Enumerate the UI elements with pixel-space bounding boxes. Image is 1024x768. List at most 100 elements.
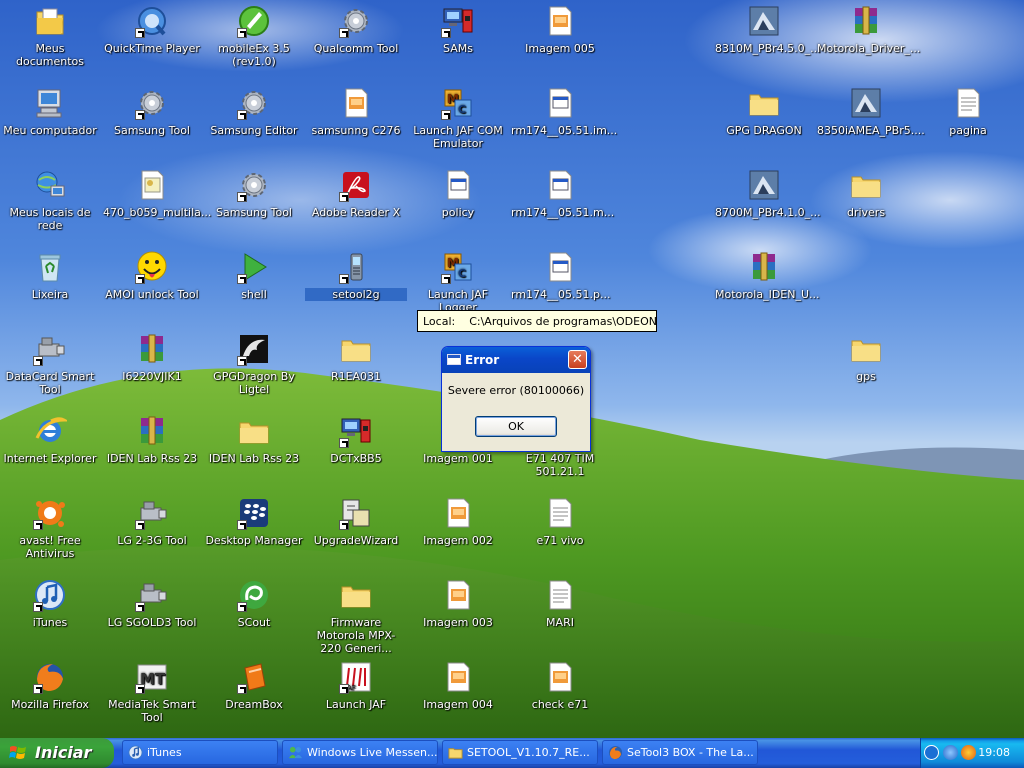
desktop-icon[interactable]: Desktop Manager: [203, 496, 305, 547]
taskbar-button-messenger[interactable]: Windows Live Messen...: [282, 740, 438, 765]
desktop-icon[interactable]: Samsung Tool: [101, 86, 203, 137]
desktop-icon-label: Desktop Manager: [205, 534, 303, 547]
desktop-icon[interactable]: 470_b059_multila...: [101, 168, 211, 219]
taskbar-button-firefox[interactable]: SeTool3 BOX - The La...: [602, 740, 758, 765]
desktop-icon[interactable]: mobileEx 3.5 (rev1.0): [203, 4, 305, 68]
desktop-icon-label: rm174__05.51.m...: [511, 206, 615, 219]
winrar-icon: [747, 250, 781, 284]
desktop-icon[interactable]: Firmware Motorola MPX-220 Generi...: [305, 578, 407, 655]
desktop-icon[interactable]: Imagem 002: [407, 496, 509, 547]
desktop-icon[interactable]: I6220VJIK1: [101, 332, 203, 383]
desktop-icon-label: rm174__05.51.im...: [511, 124, 618, 137]
desktop-icon[interactable]: samsunng C276: [305, 86, 407, 137]
desktop-icon-label: Imagem 001: [423, 452, 493, 465]
desktop-icon-label: Firmware Motorola MPX-220 Generi...: [316, 616, 396, 655]
desktop-icon[interactable]: LG 2-3G Tool: [101, 496, 203, 547]
desktop-icon[interactable]: 8700M_PBr4.1.0_...: [713, 168, 821, 219]
desktop-icon-label: SCout: [237, 616, 271, 629]
taskbar-button-setool-folder[interactable]: SETOOL_V1.10.7_RE...: [442, 740, 598, 765]
desktop-icon[interactable]: IDEN Lab Rss 23: [101, 414, 203, 465]
desktop-icon[interactable]: UpgradeWizard: [305, 496, 407, 547]
desktop-icon-label: MediaTek Smart Tool: [108, 698, 196, 724]
desktop-icon[interactable]: policy: [407, 168, 509, 219]
desktop-icon[interactable]: Imagem 005: [509, 4, 611, 55]
sams-icon: [339, 414, 373, 448]
desktop-icon[interactable]: shell: [203, 250, 305, 301]
desktop-icon[interactable]: Imagem 003: [407, 578, 509, 629]
dialog-titlebar[interactable]: Error ✕: [442, 347, 590, 373]
folder-icon: [849, 332, 883, 366]
desktop-icon[interactable]: setool2g: [305, 250, 407, 301]
start-button[interactable]: Iniciar: [0, 738, 114, 768]
shortcut-arrow-icon: [339, 520, 349, 530]
antivirus-icon[interactable]: [961, 745, 976, 760]
usb-tool-icon: [135, 496, 169, 530]
desktop-icon[interactable]: MARI: [509, 578, 611, 629]
desktop-icon[interactable]: gps: [815, 332, 917, 383]
shortcut-arrow-icon: [339, 438, 349, 448]
desktop-icon[interactable]: Samsung Editor: [203, 86, 305, 137]
image-file-icon: [339, 86, 373, 120]
my-computer-icon: [33, 86, 67, 120]
desktop-icon-label: Imagem 005: [525, 42, 595, 55]
desktop-icon[interactable]: Adobe Reader X: [305, 168, 407, 219]
desktop-icon[interactable]: Motorola_IDEN_U...: [713, 250, 820, 301]
shortcut-arrow-icon: [237, 110, 247, 120]
desktop-icon[interactable]: QuickTime Player: [101, 4, 203, 55]
desktop-icon[interactable]: rm174__05.51.im...: [509, 86, 618, 137]
desktop-icon-label: check e71: [531, 698, 589, 711]
firefox-icon: [608, 745, 623, 760]
desktop-icon[interactable]: e71 vivo: [509, 496, 611, 547]
desktop-icon[interactable]: JAF Launch JAF: [305, 660, 407, 711]
desktop-icon[interactable]: M C Launch JAF Logger: [407, 250, 509, 314]
itunes-icon: [33, 578, 67, 612]
desktop-icon-label: R1EA031: [330, 370, 382, 383]
desktop-icon[interactable]: pagina: [917, 86, 1019, 137]
desktop-icon[interactable]: SAMs: [407, 4, 509, 55]
clock[interactable]: 19:08: [978, 738, 1010, 768]
desktop[interactable]: Meus documentos QuickTime Player mobileEx …: [0, 0, 1024, 738]
desktop-icon[interactable]: DCTxBB5: [305, 414, 407, 465]
desktop-icon[interactable]: GPG DRAGON: [713, 86, 815, 137]
desktop-icon[interactable]: Motorola_Driver_...: [815, 4, 920, 55]
internet-explorer-icon: [33, 414, 70, 448]
desktop-icon[interactable]: Samsung Tool: [203, 168, 305, 219]
desktop-icon-label: GPG DRAGON: [726, 124, 802, 137]
desktop-icon[interactable]: M C Launch JAF COM Emulator: [407, 86, 509, 150]
desktop-icon[interactable]: avast! Free Antivirus: [0, 496, 101, 560]
desktop-icon[interactable]: DataCard Smart Tool: [0, 332, 101, 396]
winrar-icon: [135, 414, 169, 448]
taskbar-button-itunes[interactable]: iTunes: [122, 740, 278, 765]
desktop-icon[interactable]: GPGDragon By Ligtel: [203, 332, 305, 396]
desktop-icon[interactable]: Internet Explorer: [0, 414, 101, 465]
desktop-icon[interactable]: IDEN Lab Rss 23: [203, 414, 305, 465]
desktop-icon[interactable]: 8310M_PBr4.5.0_...: [713, 4, 821, 55]
network-icon[interactable]: [943, 745, 958, 760]
show-hidden-icon[interactable]: [924, 745, 939, 760]
dialog-close-button[interactable]: ✕: [568, 350, 587, 369]
desktop-icon[interactable]: check e71: [509, 660, 611, 711]
desktop-icon[interactable]: DreamBox: [203, 660, 305, 711]
desktop-icon[interactable]: Mozilla Firefox: [0, 660, 101, 711]
desktop-icon[interactable]: Imagem 004: [407, 660, 509, 711]
desktop-icon[interactable]: Meus locais de rede: [0, 168, 101, 232]
desktop-icon[interactable]: Qualcomm Tool: [305, 4, 407, 55]
desktop-icon[interactable]: AMOI unlock Tool: [101, 250, 203, 301]
text-file-icon: [951, 86, 985, 120]
desktop-icon[interactable]: iTunes: [0, 578, 101, 629]
network-places-icon: [33, 168, 67, 202]
svg-text:C: C: [458, 267, 466, 280]
desktop-icon[interactable]: Meu computador: [0, 86, 101, 137]
desktop-icon[interactable]: Meus documentos: [0, 4, 101, 68]
desktop-icon[interactable]: rm174__05.51.m...: [509, 168, 615, 219]
desktop-icon[interactable]: drivers: [815, 168, 917, 219]
desktop-icon[interactable]: LG SGOLD3 Tool: [101, 578, 203, 629]
ok-button[interactable]: OK: [475, 416, 557, 437]
desktop-icon[interactable]: 8350iAMEA_PBr5....: [815, 86, 925, 137]
desktop-icon[interactable]: R1EA031: [305, 332, 407, 383]
desktop-icon[interactable]: SCout: [203, 578, 305, 629]
desktop-icon[interactable]: MT MediaTek Smart Tool: [101, 660, 203, 724]
text-file-icon: [543, 578, 577, 612]
desktop-icon[interactable]: Lixeira: [0, 250, 101, 301]
desktop-icon[interactable]: rm174__05.51.p...: [509, 250, 611, 301]
